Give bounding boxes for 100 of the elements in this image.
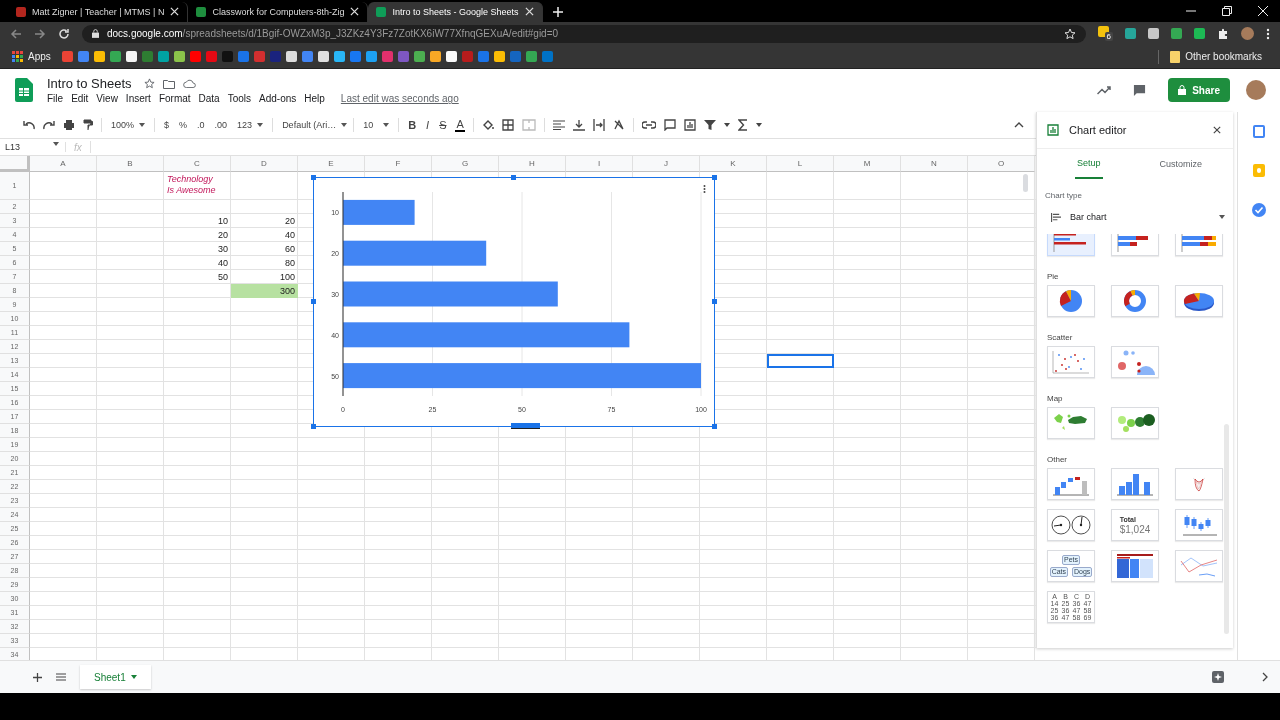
forward-icon[interactable] bbox=[34, 27, 46, 40]
restore-icon[interactable] bbox=[1222, 5, 1232, 16]
chart-type-option[interactable] bbox=[1111, 407, 1159, 440]
bookmark-icon[interactable] bbox=[285, 51, 297, 63]
star-icon[interactable] bbox=[143, 78, 155, 90]
column-header[interactable]: O bbox=[968, 156, 1035, 173]
expand-icon[interactable] bbox=[1262, 672, 1268, 683]
tasks-icon[interactable] bbox=[1252, 203, 1266, 218]
bookmark-link[interactable]: Apps bbox=[28, 51, 51, 63]
bookmark-icon[interactable] bbox=[445, 51, 457, 63]
folder-icon[interactable] bbox=[162, 78, 175, 89]
menu-item[interactable]: Data bbox=[198, 93, 220, 105]
text-wrap-icon[interactable] bbox=[592, 119, 605, 132]
chart-type-option[interactable] bbox=[1175, 234, 1223, 257]
extension-icon[interactable] bbox=[1125, 28, 1136, 40]
vertical-align-icon[interactable] bbox=[572, 119, 585, 132]
column-header[interactable]: I bbox=[566, 156, 633, 173]
apps-icon[interactable] bbox=[12, 51, 23, 63]
bookmark-icon[interactable] bbox=[173, 51, 185, 63]
insert-chart-icon[interactable] bbox=[683, 119, 696, 132]
text-color-button[interactable]: A bbox=[455, 118, 465, 133]
browser-tab[interactable]: Matt Zigner | Teacher | MTMS | N bbox=[8, 1, 189, 22]
scrollbar[interactable] bbox=[1023, 174, 1028, 193]
merge-cells-icon[interactable] bbox=[521, 119, 536, 132]
column-header[interactable]: E bbox=[298, 156, 365, 173]
column-header[interactable]: G bbox=[432, 156, 499, 173]
menu-item[interactable]: File bbox=[47, 93, 64, 105]
chart-type-option[interactable] bbox=[1111, 550, 1159, 583]
column-header[interactable]: M bbox=[834, 156, 901, 173]
column-header[interactable]: J bbox=[633, 156, 700, 173]
chart-type-option[interactable] bbox=[1111, 468, 1159, 501]
column-header[interactable]: C bbox=[164, 156, 231, 173]
more-icon[interactable] bbox=[1266, 27, 1270, 40]
column-header[interactable]: B bbox=[97, 156, 164, 173]
back-icon[interactable] bbox=[10, 27, 22, 40]
align-icon[interactable] bbox=[552, 120, 565, 131]
italic-button[interactable]: I bbox=[425, 119, 431, 132]
comment-icon[interactable] bbox=[1133, 83, 1147, 97]
menu-item[interactable]: View bbox=[96, 93, 118, 105]
chart-type-option[interactable] bbox=[1175, 509, 1223, 542]
extension-icon[interactable] bbox=[1194, 28, 1205, 40]
column-header[interactable]: K bbox=[700, 156, 767, 173]
caret-icon[interactable] bbox=[755, 123, 762, 128]
table-cell[interactable] bbox=[767, 354, 834, 369]
percent-button[interactable]: % bbox=[178, 120, 189, 131]
bookmark-icon[interactable] bbox=[429, 51, 441, 63]
text-rotate-icon[interactable] bbox=[612, 119, 625, 132]
increase-decimals-button[interactable]: .00 bbox=[213, 120, 229, 131]
scrollbar[interactable] bbox=[1224, 424, 1229, 635]
avatar-icon[interactable] bbox=[1241, 27, 1254, 41]
sheet-tab[interactable]: Sheet1 bbox=[80, 665, 151, 690]
bookmark-folder[interactable]: Other bookmarks bbox=[1185, 51, 1262, 63]
filter-icon[interactable] bbox=[703, 119, 716, 132]
cloud-icon[interactable] bbox=[182, 79, 196, 89]
reload-icon[interactable] bbox=[58, 27, 70, 40]
menu-item[interactable]: Tools bbox=[227, 93, 252, 105]
undo-icon[interactable] bbox=[23, 120, 35, 131]
chart-type-option[interactable] bbox=[1047, 468, 1095, 501]
panel-tab[interactable]: Customize bbox=[1128, 149, 1233, 180]
chart-type-option[interactable] bbox=[1111, 285, 1159, 318]
document-title[interactable]: Intro to Sheets bbox=[47, 76, 132, 92]
chart-type-option[interactable] bbox=[1047, 234, 1095, 257]
menu-item[interactable]: Edit bbox=[71, 93, 89, 105]
menu-item[interactable]: Help bbox=[304, 93, 325, 105]
menu-item[interactable]: Insert bbox=[125, 93, 151, 105]
browser-tab[interactable]: Intro to Sheets - Google Sheets bbox=[368, 1, 543, 22]
extension-icon[interactable] bbox=[1171, 28, 1182, 40]
explore-icon[interactable] bbox=[1212, 671, 1224, 684]
panel-tab[interactable]: Setup bbox=[1075, 149, 1103, 180]
new-tab-icon[interactable] bbox=[552, 6, 563, 17]
column-header[interactable]: L bbox=[767, 156, 834, 173]
calendar-icon[interactable] bbox=[1253, 125, 1265, 139]
more-icon[interactable] bbox=[703, 184, 706, 195]
comment-icon[interactable] bbox=[663, 119, 676, 132]
chart-type-option[interactable] bbox=[1111, 234, 1159, 257]
print-icon[interactable] bbox=[63, 119, 75, 132]
redo-icon[interactable] bbox=[43, 120, 55, 131]
chart-type-option[interactable] bbox=[1111, 346, 1159, 379]
currency-button[interactable]: $ bbox=[163, 120, 171, 131]
chart-type-option[interactable] bbox=[1047, 407, 1095, 440]
bold-button[interactable]: B bbox=[407, 119, 418, 132]
column-header[interactable]: F bbox=[365, 156, 432, 173]
functions-icon[interactable] bbox=[737, 119, 748, 132]
column-header[interactable]: H bbox=[499, 156, 566, 173]
chart-type-dropdown[interactable]: Bar chart bbox=[1051, 206, 1225, 229]
share-button[interactable]: Share bbox=[1168, 78, 1230, 103]
trend-icon[interactable] bbox=[1097, 85, 1112, 96]
avatar-icon[interactable] bbox=[1246, 80, 1266, 101]
bookmark-icon[interactable] bbox=[317, 51, 329, 63]
decrease-decimals-button[interactable]: .0 bbox=[196, 120, 206, 131]
chart-type-option[interactable] bbox=[1047, 509, 1095, 542]
name-box[interactable]: L13 bbox=[0, 142, 66, 153]
column-header[interactable]: N bbox=[901, 156, 968, 173]
bookmark-icon[interactable] bbox=[493, 51, 505, 63]
sheets-logo-icon[interactable] bbox=[15, 78, 33, 103]
bookmark-icon[interactable] bbox=[93, 51, 105, 63]
chart-type-option[interactable] bbox=[1175, 285, 1223, 318]
puzzle-icon[interactable] bbox=[1217, 27, 1229, 40]
bookmark-icon[interactable] bbox=[125, 51, 137, 63]
column-header[interactable]: D bbox=[231, 156, 298, 173]
